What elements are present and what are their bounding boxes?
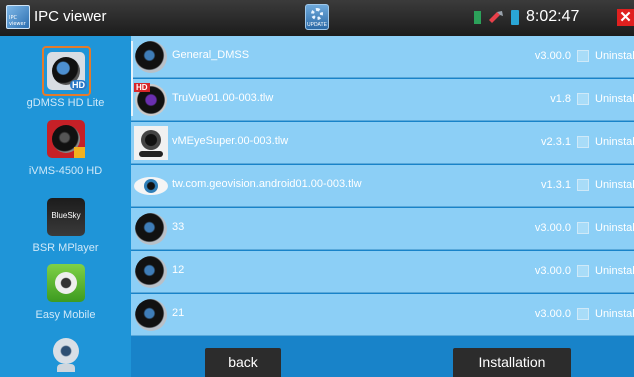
select-checkbox[interactable] [577,222,589,234]
app-icon-label: IPC viewer [9,15,26,27]
app-name: 33 [172,221,185,233]
list-item[interactable]: 33 v3.00.0 Uninstalled [131,208,634,250]
select-checkbox[interactable] [577,93,589,105]
install-status: Uninstalled [595,50,634,62]
clock: 8:02:47 [526,8,580,25]
install-status: Uninstalled [595,265,634,277]
sidebar-item-webcam[interactable] [0,328,131,377]
install-status: Uninstalled [595,222,634,234]
dmss-icon [134,40,168,74]
easy-mobile-icon [47,264,85,302]
app-version: v3.00.0 [534,308,571,320]
select-checkbox[interactable] [577,308,589,320]
list-item[interactable]: vMEyeSuper.00-003.tlw v2.3.1 Uninstalled [131,122,634,164]
ipc-viewer-app-icon: IPC viewer [6,5,30,29]
update-icon[interactable]: UPDATE [305,4,329,30]
app-version: v3.00.0 [534,265,571,277]
app-name: vMEyeSuper.00-003.tlw [172,135,289,147]
dmss-icon [134,212,168,246]
gear-icon [311,8,323,20]
sidebar-item-label: BSR MPlayer [32,242,99,254]
sidebar-item-easy-mobile[interactable]: Easy Mobile [0,256,131,328]
app-version: v2.3.1 [541,136,571,148]
sidebar-item-label: iVMS-4500 HD [28,165,103,177]
app-version: v3.00.0 [534,222,571,234]
back-button[interactable]: back [205,348,281,377]
installation-button[interactable]: Installation [453,348,571,377]
select-checkbox[interactable] [577,265,589,277]
dmss-icon [134,255,168,289]
sidebar-item-bsr-mplayer[interactable]: BlueSky BSR MPlayer [0,182,131,256]
install-status: Uninstalled [595,308,634,320]
list-item[interactable]: HD TruVue01.00-003.tlw v1.8 Uninstalled [131,79,634,121]
app-version: v1.8 [550,93,571,105]
gdmss-hd-icon: HD [47,52,87,90]
list-item[interactable]: General_DMSS v3.00.0 Uninstalled [131,36,634,78]
sim-battery-icon [474,11,481,24]
app-version: v1.3.1 [541,179,571,191]
app-name: General_DMSS [172,49,250,61]
usb-icon [489,11,503,23]
install-status: Uninstalled [595,179,634,191]
geovision-eye-icon [134,169,168,203]
select-checkbox[interactable] [577,179,589,191]
bottom-bar: back Installation [131,341,634,377]
sidebar-item-ivms-4500-hd[interactable]: iVMS-4500 HD [0,110,131,182]
app-sidebar: HD gDMSS HD Lite iVMS-4500 HD BlueSky BS… [0,36,131,377]
sidebar-item-label: gDMSS HD Lite [26,97,105,109]
sidebar-item-label: Easy Mobile [35,309,96,321]
bluesky-icon-text: BlueSky [51,211,81,220]
app-name: 21 [172,307,185,319]
app-name: tw.com.geovision.android01.00-003.tlw [172,178,362,190]
install-status: Uninstalled [595,93,634,105]
select-checkbox[interactable] [577,50,589,62]
title-bar: IPC viewer IPC viewer UPDATE 8:02:47 ✕ [0,0,634,36]
truvue-icon: HD [134,83,168,117]
dmss-icon [134,298,168,332]
bluesky-icon: BlueSky [47,198,85,236]
install-status: Uninstalled [595,136,634,148]
app-list: General_DMSS v3.00.0 Uninstalled HD TruV… [131,36,634,341]
vmeye-icon [134,126,168,160]
update-label: UPDATE [307,22,327,28]
list-scrollbar[interactable] [131,41,133,116]
window-title: IPC viewer [34,8,107,25]
app-version: v3.00.0 [534,50,571,62]
ivms-icon [47,120,85,158]
webcam-icon [47,336,85,374]
list-item[interactable]: 21 v3.00.0 Uninstalled [131,294,634,336]
battery-icon [511,10,519,25]
list-item[interactable]: tw.com.geovision.android01.00-003.tlw v1… [131,165,634,207]
list-item[interactable]: 12 v3.00.0 Uninstalled [131,251,634,293]
sidebar-item-gdmss-hd-lite[interactable]: HD gDMSS HD Lite [0,36,131,110]
select-checkbox[interactable] [577,136,589,148]
close-button[interactable]: ✕ [617,9,634,26]
app-name: 12 [172,264,185,276]
app-name: TruVue01.00-003.tlw [172,92,274,104]
